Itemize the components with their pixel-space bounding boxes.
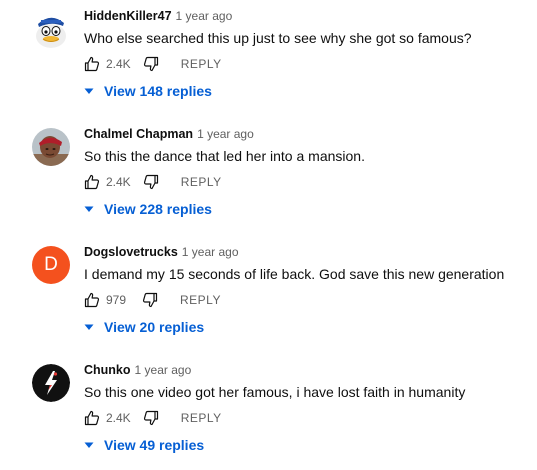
comments-section: HiddenKiller47 1 year ago Who else search… (0, 0, 537, 470)
comment-actions: 2.4K REPLY (84, 409, 222, 427)
comment-time[interactable]: 1 year ago (135, 363, 192, 377)
avatar[interactable]: D (32, 246, 70, 284)
duck-cartoon-avatar (32, 10, 70, 48)
caret-down-icon (84, 440, 94, 450)
like-count: 2.4K (106, 57, 131, 71)
thumbs-up-icon[interactable] (84, 56, 100, 72)
view-replies-label: View 148 replies (104, 83, 212, 99)
comment-actions: 2.4K REPLY (84, 173, 222, 191)
caret-down-icon (84, 204, 94, 214)
caret-down-icon (84, 86, 94, 96)
view-replies-label: View 228 replies (104, 201, 212, 217)
comment-time[interactable]: 1 year ago (182, 245, 239, 259)
comment-text: So this one video got her famous, i have… (84, 384, 466, 400)
thumbs-up-icon[interactable] (84, 174, 100, 190)
comment-actions: 979 REPLY (84, 291, 221, 309)
author-name[interactable]: Chunko (84, 363, 131, 377)
comment-text: So this the dance that led her into a ma… (84, 148, 365, 164)
comment-time[interactable]: 1 year ago (176, 9, 233, 23)
author-name[interactable]: Chalmel Chapman (84, 127, 193, 141)
reply-button[interactable]: REPLY (181, 57, 222, 71)
avatar-letter: D (44, 254, 58, 275)
reply-button[interactable]: REPLY (180, 293, 221, 307)
view-replies-button[interactable]: View 49 replies (84, 436, 204, 454)
caret-down-icon (84, 322, 94, 332)
comment-thread: D Dogslovetrucks 1 year ago I demand my 1… (0, 236, 537, 354)
thumbs-down-icon[interactable] (143, 174, 159, 190)
lightning-logo-avatar (32, 364, 70, 402)
like-count: 2.4K (106, 175, 131, 189)
author-name[interactable]: HiddenKiller47 (84, 9, 172, 23)
comment-thread: HiddenKiller47 1 year ago Who else search… (0, 0, 537, 118)
person-photo-avatar (32, 128, 70, 166)
view-replies-button[interactable]: View 148 replies (84, 82, 212, 100)
view-replies-label: View 20 replies (104, 319, 205, 335)
thumbs-down-icon[interactable] (143, 56, 159, 72)
comment-header: HiddenKiller47 1 year ago (84, 8, 232, 24)
like-count: 979 (106, 293, 127, 307)
comment-thread: Chunko 1 year ago So this one video got h… (0, 354, 537, 470)
comment-actions: 2.4K REPLY (84, 55, 222, 73)
view-replies-button[interactable]: View 20 replies (84, 318, 204, 336)
avatar[interactable] (32, 364, 70, 402)
thumbs-down-icon[interactable] (142, 292, 158, 308)
avatar[interactable] (32, 10, 70, 48)
reply-button[interactable]: REPLY (181, 175, 222, 189)
comment-text: Who else searched this up just to see wh… (84, 30, 472, 46)
thumbs-up-icon[interactable] (84, 292, 100, 308)
comment-header: Chalmel Chapman 1 year ago (84, 126, 254, 142)
view-replies-label: View 49 replies (104, 437, 205, 453)
avatar[interactable] (32, 128, 70, 166)
thumbs-down-icon[interactable] (143, 410, 159, 426)
view-replies-button[interactable]: View 228 replies (84, 200, 212, 218)
author-name[interactable]: Dogslovetrucks (84, 245, 178, 259)
reply-button[interactable]: REPLY (181, 411, 222, 425)
comment-text: I demand my 15 seconds of life back. God… (84, 266, 505, 282)
comment-header: Chunko 1 year ago (84, 362, 191, 378)
thumbs-up-icon[interactable] (84, 410, 100, 426)
like-count: 2.4K (106, 411, 131, 425)
comment-header: Dogslovetrucks 1 year ago (84, 244, 239, 260)
comment-time[interactable]: 1 year ago (197, 127, 254, 141)
comment-thread: Chalmel Chapman 1 year ago So this the da… (0, 118, 537, 236)
